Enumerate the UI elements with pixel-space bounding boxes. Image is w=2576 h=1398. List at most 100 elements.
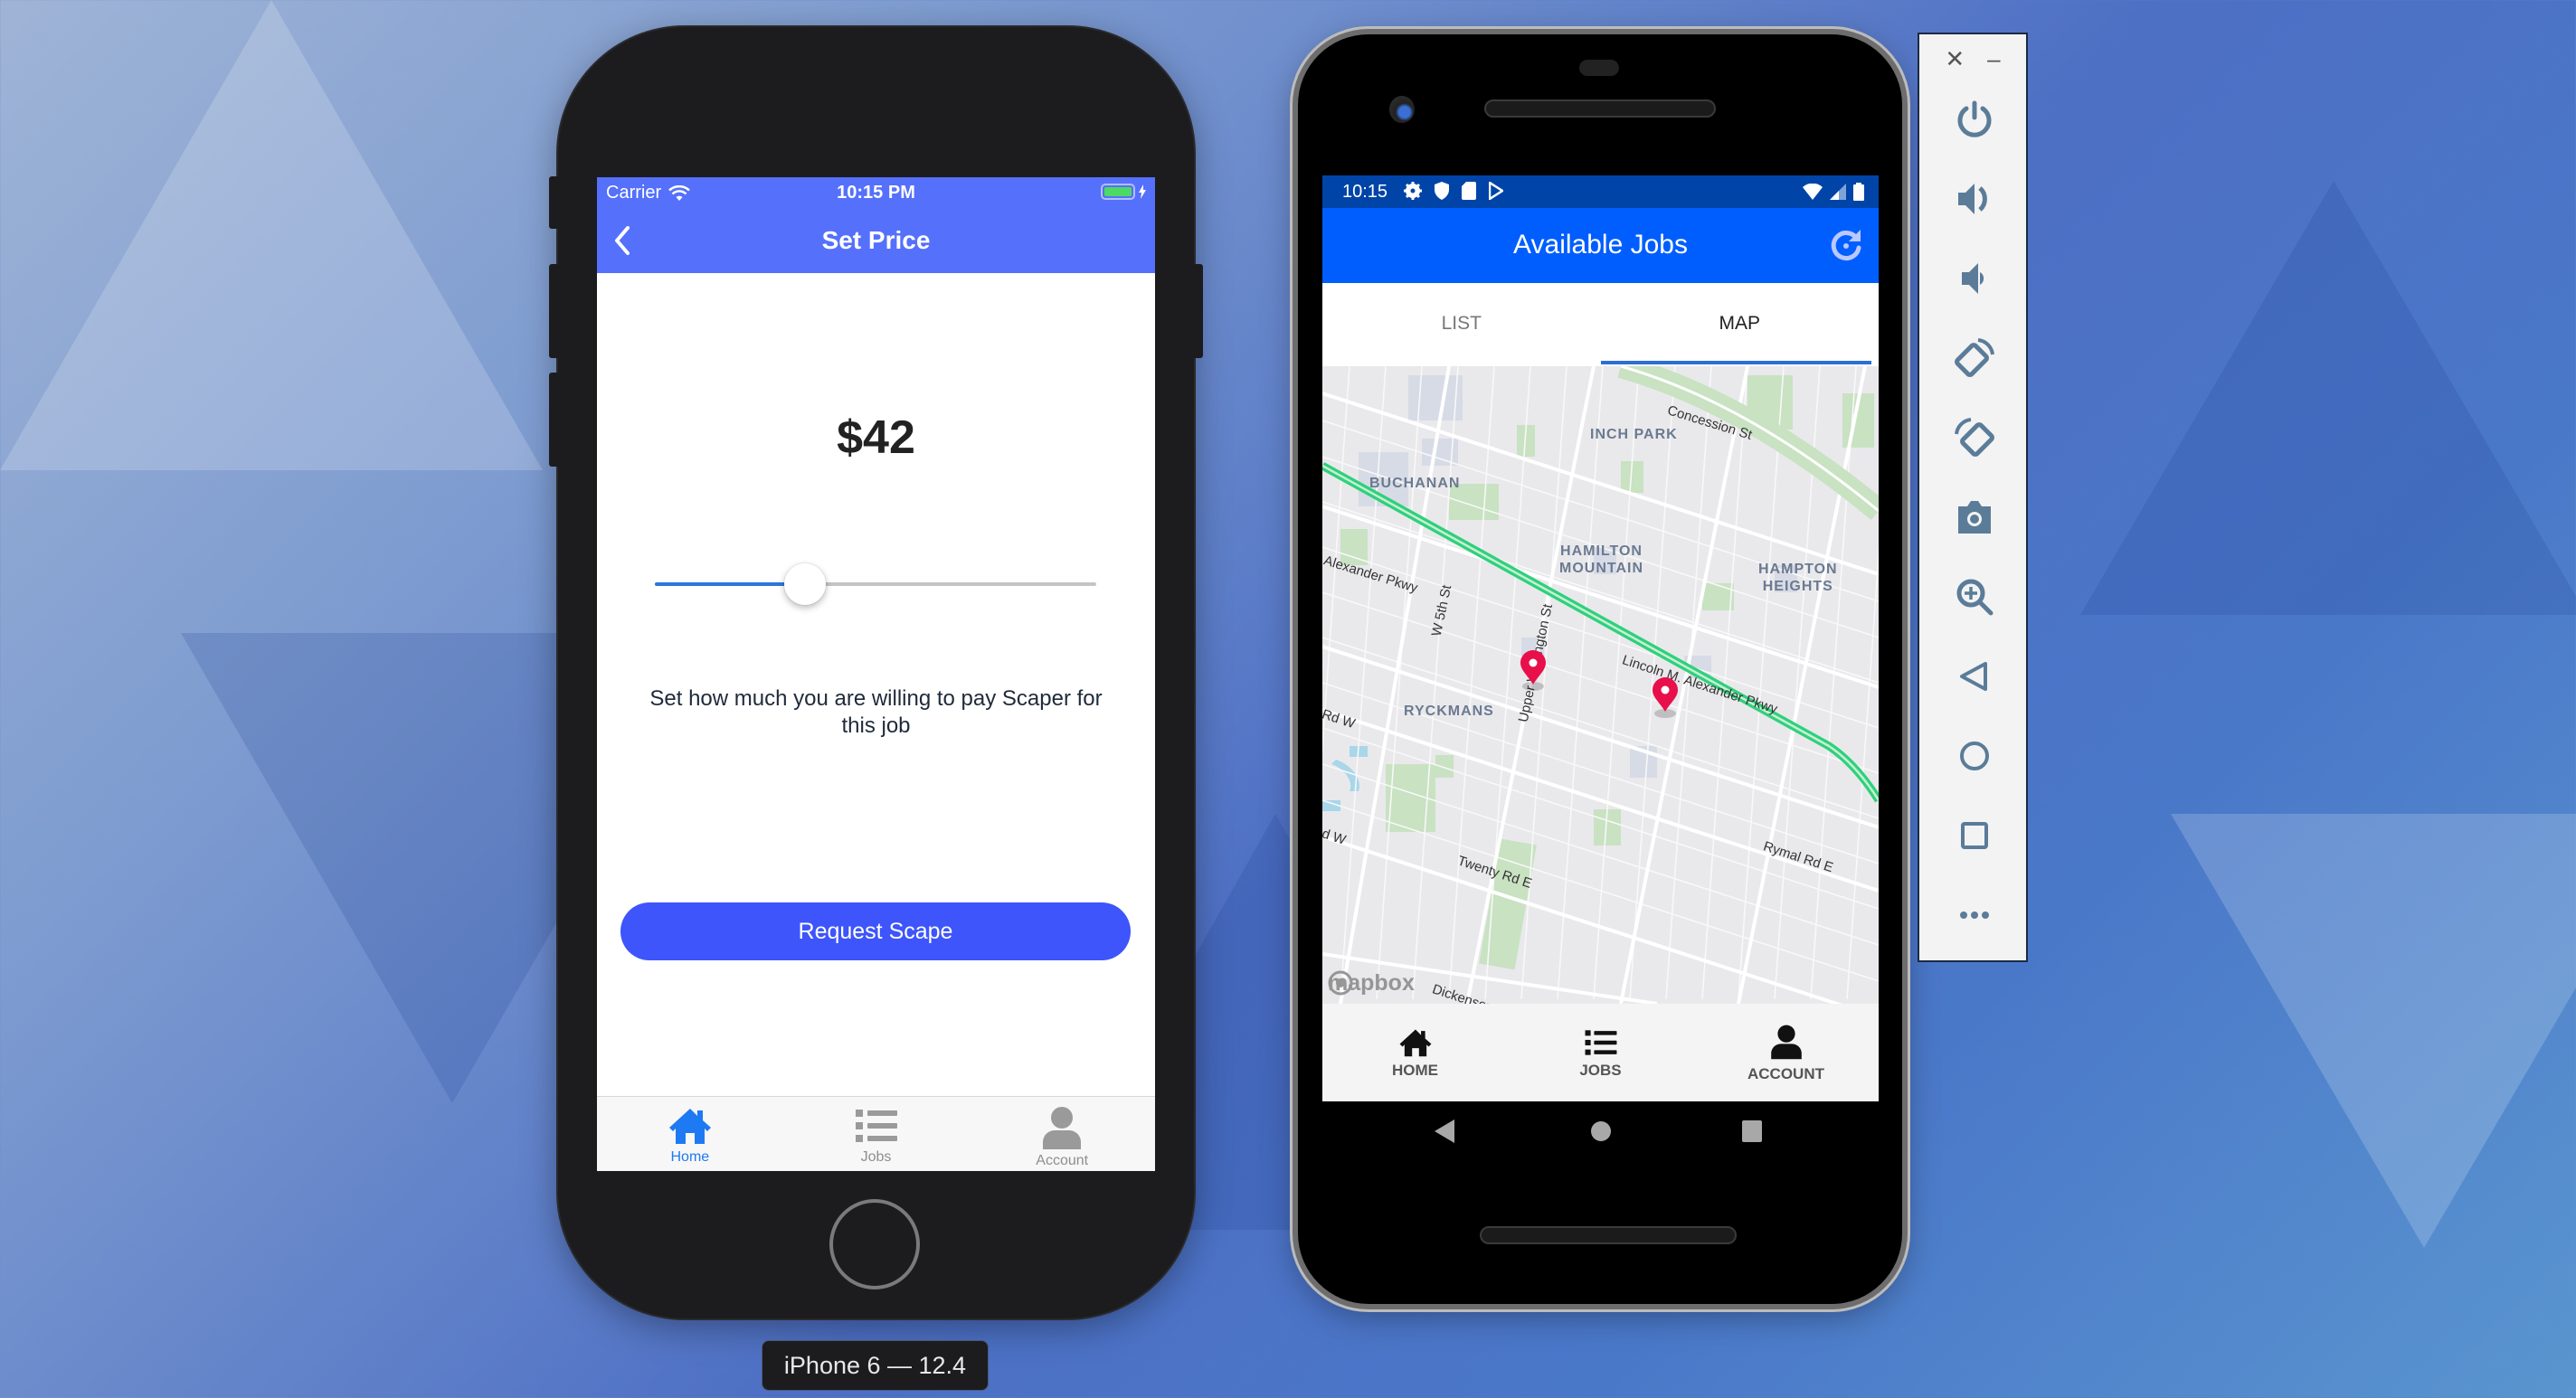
volume-up-side-button[interactable] [549, 264, 560, 358]
device-label: iPhone 6 — 12.4 [762, 1340, 989, 1391]
mapbox-logo-icon [1328, 970, 1353, 996]
slider-thumb[interactable] [783, 563, 826, 605]
map-water [1322, 746, 1368, 811]
power-icon [1957, 100, 1992, 137]
nav-home-label: HOME [1392, 1062, 1438, 1079]
android-system-nav [1322, 1101, 1879, 1165]
home-button[interactable] [1949, 731, 2000, 781]
more-icon [1960, 912, 1989, 919]
nav-account[interactable]: ACCOUNT [1693, 1004, 1879, 1101]
rotate-right-icon [1955, 418, 1994, 457]
more-button[interactable] [1949, 890, 2000, 940]
rotate-left-button[interactable] [1949, 333, 2000, 383]
map-area-label: INCH PARK [1590, 427, 1678, 442]
volume-down-side-button[interactable] [549, 373, 560, 467]
list-icon [1585, 1030, 1616, 1055]
sd-card-icon [1462, 182, 1476, 200]
user-icon [1043, 1107, 1082, 1149]
power-button[interactable] [1949, 94, 2000, 145]
bottom-speaker [1480, 1226, 1737, 1244]
tab-jobs-label: Jobs [860, 1149, 892, 1165]
page-title: Available Jobs [1513, 230, 1688, 260]
minimize-icon[interactable]: – [1987, 45, 2000, 73]
slider-fill [655, 582, 805, 586]
android-status-bar: 10:15 [1322, 175, 1879, 208]
back-icon[interactable] [1433, 1118, 1456, 1145]
map-pin-icon[interactable] [1518, 650, 1548, 692]
front-camera [1389, 96, 1415, 123]
earpiece [1579, 60, 1619, 76]
android-screen: 10:15 Available Jobs LIST MAP INCH PARK … [1322, 175, 1879, 1101]
price-slider[interactable] [655, 563, 1096, 605]
tab-jobs[interactable]: Jobs [783, 1097, 970, 1171]
shield-icon [1435, 182, 1449, 200]
wifi-icon [1803, 184, 1823, 200]
back-icon [1960, 662, 1987, 691]
nav-account-label: ACCOUNT [1747, 1065, 1824, 1082]
emulator-control-panel: ✕ – [1918, 33, 2028, 962]
tab-list[interactable]: LIST [1322, 283, 1601, 366]
camera-icon [1958, 501, 1991, 534]
play-store-icon [1489, 182, 1503, 200]
screenshot-button[interactable] [1949, 492, 2000, 543]
tab-home[interactable]: Home [597, 1097, 783, 1171]
android-status-time: 10:15 [1342, 182, 1388, 202]
nav-jobs-label: JOBS [1579, 1062, 1622, 1079]
price-display: $42 [837, 411, 915, 464]
map-area-label: HAMPTON HEIGHTS [1758, 562, 1838, 594]
home-icon [668, 1109, 711, 1144]
ios-status-time: 10:15 PM [837, 183, 915, 203]
home-icon [1960, 742, 1989, 770]
back-button[interactable] [1949, 651, 2000, 702]
rotate-left-icon [1955, 338, 1994, 377]
tab-home-label: Home [670, 1149, 710, 1165]
view-tabs: LIST MAP [1322, 283, 1879, 366]
ios-status-bar: Carrier 10:15 PM [597, 177, 1155, 208]
ios-tab-bar: Home Jobs Account [597, 1096, 1155, 1171]
zoom-icon [1956, 579, 1994, 616]
tab-map[interactable]: MAP [1600, 283, 1880, 366]
tab-account[interactable]: Account [969, 1097, 1155, 1171]
request-scape-button[interactable]: Request Scape [620, 902, 1131, 960]
iphone-home-button[interactable] [829, 1199, 920, 1289]
gear-icon [1404, 182, 1422, 200]
nav-home[interactable]: HOME [1322, 1004, 1508, 1101]
map-pin-icon[interactable] [1650, 677, 1681, 719]
list-icon [855, 1110, 897, 1142]
recents-square-icon[interactable] [1740, 1118, 1764, 1145]
rotate-right-button[interactable] [1949, 412, 2000, 463]
volume-up-icon [1958, 184, 1987, 214]
close-icon[interactable]: ✕ [1945, 45, 1965, 73]
top-speaker [1484, 99, 1716, 118]
ios-navigation-bar: Set Price [597, 208, 1155, 273]
overview-icon [1961, 822, 1988, 849]
overview-button[interactable] [1949, 810, 2000, 861]
home-circle-icon[interactable] [1589, 1118, 1613, 1145]
nav-jobs[interactable]: JOBS [1508, 1004, 1693, 1101]
map-tiles [1322, 366, 1879, 1004]
zoom-button[interactable] [1949, 571, 2000, 622]
page-title: Set Price [821, 226, 931, 254]
refresh-icon[interactable] [1830, 228, 1862, 262]
map-area-label: BUCHANAN [1369, 476, 1461, 491]
price-description: Set how much you are willing to pay Scap… [649, 686, 1103, 738]
volume-down-icon [1962, 263, 1984, 294]
battery-icon [1853, 183, 1864, 201]
map-area-label: HAMILTON MOUNTAIN [1559, 543, 1644, 576]
home-icon [1399, 1029, 1431, 1057]
volume-up-button[interactable] [1949, 174, 2000, 224]
mute-switch[interactable] [549, 176, 560, 229]
battery-charging-icon [1101, 184, 1146, 200]
signal-icon [1830, 184, 1846, 200]
jobs-map[interactable]: INCH PARK BUCHANAN HAMILTON MOUNTAIN HAM… [1322, 366, 1879, 1004]
user-icon [1770, 1025, 1802, 1060]
tab-account-label: Account [1036, 1153, 1089, 1168]
map-parkway [1322, 462, 1879, 803]
ios-screen: Carrier 10:15 PM Set Price $42 Set how m… [597, 177, 1155, 1171]
power-side-button[interactable] [1192, 264, 1203, 358]
android-bottom-nav: HOME JOBS ACCOUNT [1322, 1004, 1879, 1101]
android-app-bar: Available Jobs [1322, 208, 1879, 283]
volume-down-button[interactable] [1949, 253, 2000, 304]
map-area-label: RYCKMANS [1404, 704, 1494, 719]
mapbox-attribution[interactable]: mapbox [1328, 970, 1415, 997]
